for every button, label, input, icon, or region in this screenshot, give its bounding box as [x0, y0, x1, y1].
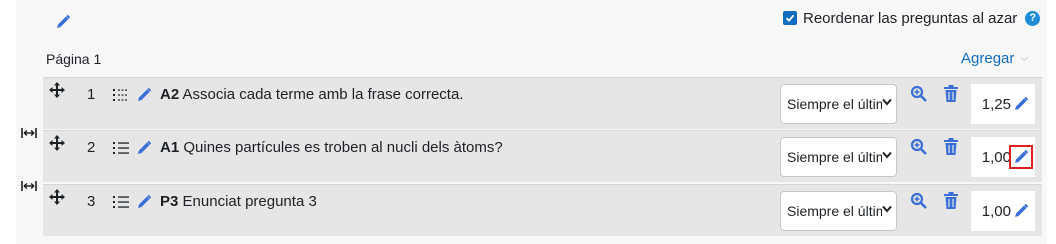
- matching-icon: [113, 88, 129, 102]
- dependency-select[interactable]: Siempre el últim: [780, 191, 897, 231]
- mark-value: 1,25: [981, 95, 1011, 113]
- multichoice-icon: [113, 141, 129, 155]
- mark-value: 1,00: [981, 202, 1011, 220]
- question-name: Enunciat pregunta 3: [182, 193, 317, 210]
- question-text[interactable]: P3 Enunciat pregunta 3: [160, 193, 317, 210]
- page-title: Página 1: [46, 51, 102, 67]
- page-break-toggle-icon[interactable]: [21, 178, 37, 191]
- chevron-down-icon: [882, 151, 892, 162]
- question-number: 3: [87, 193, 96, 210]
- add-label: Agregar: [961, 50, 1015, 67]
- question-number: 2: [87, 139, 96, 156]
- max-mark: 1,00: [971, 137, 1035, 177]
- mark-value: 1,00: [981, 148, 1011, 166]
- move-icon[interactable]: [49, 135, 65, 151]
- edit-question-pencil-icon[interactable]: [136, 87, 152, 103]
- question-row-1: 1 A2 Associa cada terme amb la frase cor…: [43, 77, 1042, 129]
- question-text[interactable]: A2 Associa cada terme amb la frase corre…: [160, 86, 463, 103]
- question-code: A2: [160, 86, 180, 103]
- trash-icon[interactable]: [943, 138, 959, 156]
- question-name: Associa cada terme amb la frase correcta…: [182, 86, 464, 103]
- dependency-select[interactable]: Siempre el últim: [780, 137, 897, 177]
- edit-section-pencil-icon[interactable]: [53, 12, 73, 32]
- max-mark: 1,00: [971, 191, 1035, 231]
- question-name: Quines partícules es troben al nucli del…: [183, 139, 503, 156]
- preview-zoom-icon[interactable]: [910, 85, 928, 103]
- shuffle-toggle: Reordenar las preguntas al azar ?: [783, 8, 1041, 28]
- page-break-toggle-icon[interactable]: [21, 125, 37, 138]
- help-icon[interactable]: ?: [1025, 10, 1041, 26]
- dependency-value: Siempre el últim: [787, 96, 882, 112]
- question-code: P3: [160, 193, 179, 210]
- trash-icon[interactable]: [943, 192, 959, 210]
- dependency-select[interactable]: Siempre el últim: [780, 84, 897, 124]
- add-menu-link[interactable]: Agregar ⌵: [961, 50, 1028, 67]
- shuffle-label: Reordenar las preguntas al azar: [803, 9, 1018, 27]
- preview-zoom-icon[interactable]: [910, 192, 928, 210]
- dependency-value: Siempre el últim: [787, 203, 882, 219]
- edit-question-pencil-icon[interactable]: [136, 140, 152, 156]
- shuffle-checkbox[interactable]: [783, 11, 797, 25]
- dependency-value: Siempre el últim: [787, 149, 882, 165]
- max-mark: 1,25: [971, 84, 1035, 124]
- question-row-3: 3 P3 Enunciat pregunta 3 Siempre el últi…: [43, 184, 1042, 236]
- chevron-down-icon: [882, 205, 892, 216]
- edit-question-pencil-icon[interactable]: [136, 194, 152, 210]
- question-number: 1: [87, 86, 96, 103]
- chevron-down-icon: [882, 98, 892, 109]
- trash-icon[interactable]: [943, 85, 959, 103]
- edit-mark-pencil-icon[interactable]: [1013, 96, 1029, 112]
- edit-mark-pencil-icon[interactable]: [1009, 145, 1033, 169]
- question-code: A1: [160, 139, 180, 156]
- multichoice-icon: [113, 195, 129, 209]
- question-text[interactable]: A1 Quines partícules es troben al nucli …: [160, 139, 503, 156]
- question-row-2: 2 A1 Quines partícules es troben al nucl…: [43, 130, 1042, 182]
- edit-mark-pencil-icon[interactable]: [1013, 203, 1029, 219]
- chevron-down-icon: ⌵: [1020, 53, 1028, 64]
- move-icon[interactable]: [49, 82, 65, 98]
- preview-zoom-icon[interactable]: [910, 138, 928, 156]
- move-icon[interactable]: [49, 189, 65, 205]
